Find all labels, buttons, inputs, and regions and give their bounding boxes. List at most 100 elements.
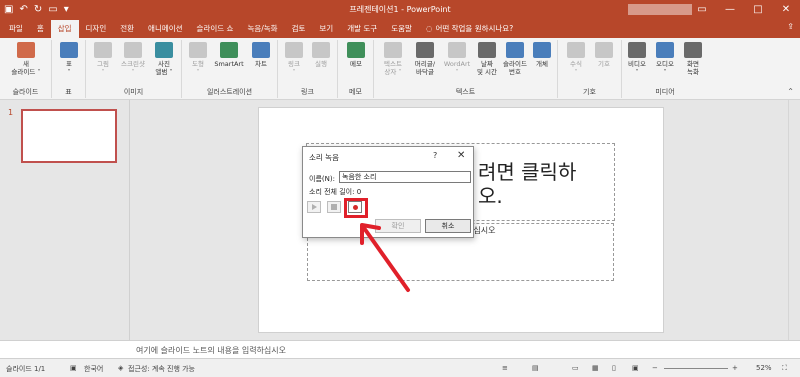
wordart-button[interactable]: WordArt ˅ — [442, 42, 472, 76]
new-slide-button[interactable]: 새 슬라이드 ˅ — [4, 42, 48, 76]
chart-icon — [252, 42, 270, 58]
minimize-icon[interactable]: — — [716, 0, 744, 20]
total-length-value: 0 — [356, 188, 362, 196]
collapse-ribbon-icon[interactable]: ⌃ — [787, 87, 794, 96]
tab-developer[interactable]: 개발 도구 — [340, 20, 384, 38]
dialog-title: 소리 녹음 — [309, 153, 339, 162]
textbox-button[interactable]: 텍스트 상자 ˅ — [378, 42, 408, 76]
tell-me-text: 어떤 작업을 원하시나요? — [435, 24, 514, 33]
equation-button[interactable]: 수식 ˅ — [564, 42, 588, 76]
action-button[interactable]: 실행 — [308, 42, 334, 68]
share-icon[interactable]: ⇪ — [787, 22, 794, 31]
tab-help[interactable]: 도움말 — [384, 20, 419, 38]
zoom-out-icon[interactable]: − — [652, 364, 658, 372]
equation-label: 수식 ˅ — [570, 60, 582, 76]
textbox-label: 텍스트 상자 ˅ — [384, 60, 402, 76]
picture-button[interactable]: 그림 ˅ — [90, 42, 116, 76]
photo-album-button[interactable]: 사진 앨범 ˅ — [150, 42, 178, 76]
symbol-label: 기호 — [598, 60, 610, 68]
slide-sorter-icon[interactable]: ▦ — [592, 364, 599, 372]
tab-review[interactable]: 검토 — [285, 20, 313, 38]
tab-home[interactable]: 홈 — [30, 20, 51, 38]
zoom-in-icon[interactable]: + — [732, 364, 738, 372]
shapes-button[interactable]: 도형 ˅ — [186, 42, 210, 76]
tab-slideshow[interactable]: 슬라이드 쇼 — [190, 20, 241, 38]
accessibility-status[interactable]: 접근성: 계속 진행 가능 — [128, 364, 195, 374]
symbol-button[interactable]: 기호 — [592, 42, 616, 68]
close-icon[interactable]: ✕ — [772, 0, 800, 20]
spellcheck-icon[interactable]: ▣ — [70, 364, 77, 372]
shapes-icon — [189, 42, 207, 58]
date-time-button[interactable]: 날짜 및 시간 — [474, 42, 500, 76]
comments-toggle-icon[interactable]: ▤ — [532, 364, 539, 372]
screenshot-icon — [124, 42, 142, 58]
slide-counter: 슬라이드 1/1 — [6, 365, 46, 373]
thumbnail-number: 1 — [8, 108, 14, 117]
smartart-icon — [220, 42, 238, 58]
header-footer-button[interactable]: 머리글/ 바닥글 — [410, 42, 440, 76]
normal-view-icon[interactable]: ▭ — [572, 364, 579, 372]
tab-recording[interactable]: 녹음/녹화 — [240, 20, 284, 38]
play-icon — [311, 204, 317, 210]
help-icon[interactable]: ? — [433, 151, 437, 160]
tab-animations[interactable]: 애니메이션 — [141, 20, 190, 38]
zoom-slider[interactable] — [664, 368, 728, 369]
ok-button[interactable]: 확인 — [375, 219, 421, 233]
vertical-scrollbar[interactable] — [788, 100, 800, 340]
group-label-text: 텍스트 — [455, 88, 476, 96]
tab-file[interactable]: 파일 — [2, 20, 30, 38]
zoom-level[interactable]: 52% — [756, 364, 772, 372]
video-button[interactable]: 비디오 ˅ — [624, 42, 650, 76]
group-label-media: 미디어 — [655, 88, 675, 96]
play-button[interactable] — [307, 201, 321, 213]
account-name[interactable] — [628, 4, 692, 15]
tab-design[interactable]: 디자인 — [79, 20, 114, 38]
screen-recording-button[interactable]: 화면 녹화 — [680, 42, 706, 76]
chart-label: 차트 — [255, 60, 267, 68]
name-label: 이름(N): — [309, 175, 335, 183]
table-button[interactable]: 표 ˅ — [56, 42, 82, 76]
comment-button[interactable]: 메모 — [342, 42, 370, 68]
language-indicator[interactable]: 한국어 — [84, 364, 103, 374]
tab-insert[interactable]: 삽입 — [50, 20, 79, 38]
object-button[interactable]: 개체 — [530, 42, 554, 68]
tab-transitions[interactable]: 전환 — [113, 20, 141, 38]
action-icon — [312, 42, 330, 58]
group-symbols: 수식 ˅ 기호 기호 — [558, 40, 622, 98]
picture-label: 그림 ˅ — [97, 60, 109, 76]
tab-view[interactable]: 보기 — [312, 20, 340, 38]
date-time-label: 날짜 및 시간 — [476, 60, 497, 76]
notes-placeholder: 여기에 슬라이드 노트의 내용을 입력하십시오 — [136, 346, 287, 355]
maximize-icon[interactable]: □ — [744, 0, 772, 20]
lightbulb-icon: ◌ — [425, 24, 433, 33]
wordart-icon — [448, 42, 466, 58]
notes-toggle-icon[interactable]: ≡ — [502, 364, 508, 372]
close-icon[interactable]: ✕ — [457, 150, 465, 161]
link-button[interactable]: 링크 ˅ — [282, 42, 306, 76]
slide-number-button[interactable]: 슬라이드 번호 — [500, 42, 530, 76]
photo-album-icon — [155, 42, 173, 58]
screenshot-button[interactable]: 스크린샷 ˅ — [118, 42, 148, 76]
video-icon — [628, 42, 646, 58]
ribbon-display-icon[interactable]: ▭ — [688, 0, 716, 20]
chart-button[interactable]: 차트 — [248, 42, 274, 68]
fit-to-window-icon[interactable]: ⛶ — [782, 364, 787, 373]
video-label: 비디오 ˅ — [628, 60, 646, 76]
equation-icon — [567, 42, 585, 58]
comment-label: 메모 — [350, 60, 362, 68]
sound-name-input[interactable] — [339, 171, 471, 183]
group-media: 비디오 ˅ 오디오 ˅ 화면 녹화 미디어 — [622, 40, 708, 98]
stop-button[interactable] — [327, 201, 341, 213]
date-time-icon — [478, 42, 496, 58]
slide-thumbnail[interactable] — [21, 109, 117, 163]
smartart-button[interactable]: SmartArt — [212, 42, 246, 68]
group-label-comments: 메모 — [349, 88, 362, 96]
group-label-links: 링크 — [301, 88, 314, 96]
cancel-button[interactable]: 취소 — [425, 219, 471, 233]
reading-view-icon[interactable]: ▯ — [612, 364, 616, 372]
slideshow-view-icon[interactable]: ▣ — [632, 364, 639, 372]
tell-me-search[interactable]: ◌ 어떤 작업을 원하시나요? — [419, 20, 520, 38]
ribbon-tabs: 파일 홈 삽입 디자인 전환 애니메이션 슬라이드 쇼 녹음/녹화 검토 보기 … — [0, 20, 800, 38]
notes-pane[interactable]: 여기에 슬라이드 노트의 내용을 입력하십시오 — [0, 340, 800, 358]
audio-button[interactable]: 오디오 ˅ — [652, 42, 678, 76]
